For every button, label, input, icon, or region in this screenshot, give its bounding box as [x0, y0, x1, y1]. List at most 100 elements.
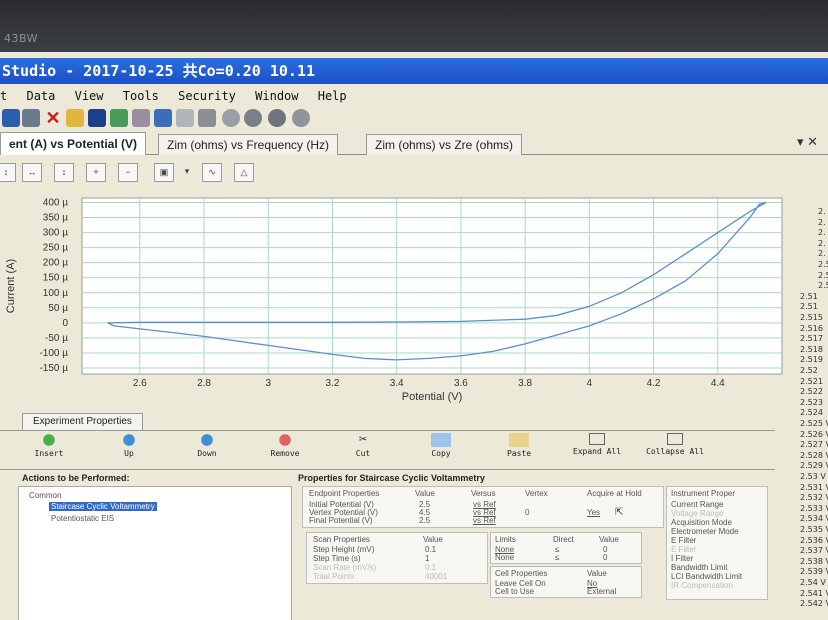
- limit-2-value[interactable]: 0: [603, 553, 607, 562]
- data-value-cell: 2.516: [800, 323, 823, 333]
- help-icon[interactable]: [198, 109, 216, 127]
- limit-2[interactable]: None: [495, 553, 514, 562]
- cut-button[interactable]: ✂ Cut: [334, 433, 392, 459]
- tree-item-potentiostatic-eis[interactable]: Potentiostatic EIS: [51, 514, 114, 523]
- stop-icon[interactable]: [268, 109, 286, 127]
- tools-icon[interactable]: [132, 109, 150, 127]
- collapse-all-button[interactable]: Collapse All: [646, 433, 704, 456]
- y-tick-label: 250 µ: [43, 243, 68, 254]
- list-icon[interactable]: [154, 109, 172, 127]
- e-filter-label[interactable]: E Filter: [671, 536, 696, 545]
- pin-icon[interactable]: ▾: [797, 134, 804, 149]
- data-value-cell: 2.53 V: [800, 472, 826, 481]
- up-button[interactable]: Up: [100, 433, 158, 458]
- delete-icon[interactable]: ✕: [44, 109, 62, 127]
- menu-item-edit[interactable]: t: [0, 86, 7, 106]
- paste-button[interactable]: Paste: [490, 433, 548, 458]
- i-filter-label[interactable]: I Filter: [671, 554, 693, 563]
- menu-item-data[interactable]: Data: [26, 86, 55, 106]
- down-button[interactable]: Down: [178, 433, 236, 458]
- acquire-at-hold-value[interactable]: Yes: [587, 508, 600, 517]
- print-icon[interactable]: [22, 109, 40, 127]
- final-potential-value[interactable]: 2.5: [419, 516, 430, 525]
- menu-item-tools[interactable]: Tools: [123, 86, 159, 106]
- electrometer-mode-label[interactable]: Electrometer Mode: [671, 527, 739, 536]
- instrument-icon[interactable]: [88, 109, 106, 127]
- chart-toolbar: ↕ ↔ ↕ + − ▣ ▾ ∿ △: [0, 162, 828, 184]
- data-value-cell: 2.537 V: [800, 546, 828, 556]
- remove-icon: [275, 433, 295, 447]
- data-value-cell: 2.: [818, 238, 826, 248]
- menu-item-view[interactable]: View: [75, 86, 104, 106]
- data-value-cell: 2.: [818, 217, 826, 227]
- tab-current-vs-potential[interactable]: ent (A) vs Potential (V): [0, 132, 147, 155]
- bandwidth-limit-label[interactable]: Bandwidth Limit: [671, 563, 727, 572]
- step-height-label: Step Height (mV): [313, 545, 375, 554]
- zoom-y-icon[interactable]: ↕: [54, 163, 74, 182]
- zoom-out-icon[interactable]: −: [118, 163, 138, 182]
- limit-2-direct[interactable]: ≤: [555, 553, 559, 562]
- tab-zim-vs-zre[interactable]: Zim (ohms) vs Zre (ohms): [366, 134, 522, 155]
- data-value-cell: 2.5: [818, 260, 828, 269]
- step-height-value[interactable]: 0.1: [425, 545, 436, 554]
- data-value-cell: 2.54 V: [800, 578, 826, 587]
- chart-tab-strip: ent (A) vs Potential (V) Zim (ohms) vs F…: [0, 132, 828, 155]
- connect-icon[interactable]: [176, 109, 194, 127]
- chart-icon[interactable]: [110, 109, 128, 127]
- window-title-bar[interactable]: Studio - 2017-10-25 共Co=0.20 10.11: [0, 58, 828, 84]
- down-label: Down: [197, 449, 217, 458]
- zoom-fit-icon[interactable]: ↕: [0, 163, 16, 182]
- tree-root[interactable]: Common: [29, 491, 61, 500]
- step-time-value[interactable]: 1: [425, 554, 429, 563]
- folder-icon[interactable]: [66, 109, 84, 127]
- tab-experiment-properties[interactable]: Experiment Properties: [22, 413, 143, 431]
- voltage-range-label: Voltage Range: [671, 509, 724, 518]
- close-icon[interactable]: ✕: [807, 134, 818, 149]
- line-style-icon[interactable]: ∿: [202, 163, 222, 182]
- cell-to-use-value[interactable]: External: [587, 587, 616, 596]
- current-range-label[interactable]: Current Range: [671, 500, 723, 509]
- remove-button[interactable]: Remove: [256, 433, 314, 458]
- tree-item-staircase-cv[interactable]: Staircase Cyclic Voltammetry: [49, 502, 157, 511]
- tab-zim-vs-frequency[interactable]: Zim (ohms) vs Frequency (Hz): [158, 134, 339, 155]
- dropdown-arrow-icon[interactable]: ▾: [178, 163, 196, 180]
- x-tick-label: 4: [587, 378, 593, 389]
- data-value-cell: 2.519: [800, 355, 823, 365]
- bezel-label: 43BW: [4, 32, 39, 45]
- skip-icon[interactable]: [292, 109, 310, 127]
- y-tick-label: 200 µ: [43, 258, 68, 269]
- copy-button[interactable]: Copy: [412, 433, 470, 458]
- y-tick-label: -50 µ: [45, 333, 68, 344]
- data-value-cell: 2.522: [800, 387, 823, 397]
- pause-icon[interactable]: [244, 109, 262, 127]
- x-tick-label: 4.2: [647, 378, 661, 389]
- peak-icon[interactable]: △: [234, 163, 254, 182]
- data-value-cell: 2.527 V: [800, 440, 828, 450]
- zoom-x-icon[interactable]: ↔: [22, 163, 42, 182]
- data-value-cell: 2.541 V: [800, 588, 828, 598]
- x-tick-label: 4.4: [711, 378, 725, 389]
- menu-item-security[interactable]: Security: [178, 86, 236, 106]
- open-icon[interactable]: [2, 109, 20, 127]
- cell-value-header: Value: [587, 569, 607, 578]
- copy-chart-icon[interactable]: ▣: [154, 163, 174, 182]
- menu-item-window[interactable]: Window: [255, 86, 298, 106]
- data-value-cell: 2.517: [800, 334, 823, 344]
- lci-bandwidth-limit-label[interactable]: LCI Bandwidth Limit: [671, 572, 742, 581]
- y-tick-label: 300 µ: [43, 228, 68, 239]
- cv-chart: 400 µ 350 µ 300 µ 250 µ 200 µ 150 µ 100 µ 50 µ 0…: [0, 186, 790, 408]
- final-potential-label: Final Potential (V): [309, 516, 373, 525]
- play-icon[interactable]: [222, 109, 240, 127]
- vertex-hold-time[interactable]: 0: [525, 508, 529, 517]
- y-tick-label: 100 µ: [43, 288, 68, 299]
- zoom-in-icon[interactable]: +: [86, 163, 106, 182]
- y-tick-label: -150 µ: [39, 363, 68, 374]
- x-axis-label: Potential (V): [402, 391, 463, 403]
- data-value-cell: 2.529 V: [800, 461, 828, 471]
- expand-all-button[interactable]: Expand All: [568, 433, 626, 456]
- endpoint-header: Endpoint Properties: [309, 489, 380, 498]
- acquisition-mode-label[interactable]: Acquisition Mode: [671, 518, 732, 527]
- final-potential-versus[interactable]: vs Ref: [473, 516, 496, 525]
- insert-button[interactable]: Insert: [20, 433, 78, 458]
- menu-item-help[interactable]: Help: [318, 86, 347, 106]
